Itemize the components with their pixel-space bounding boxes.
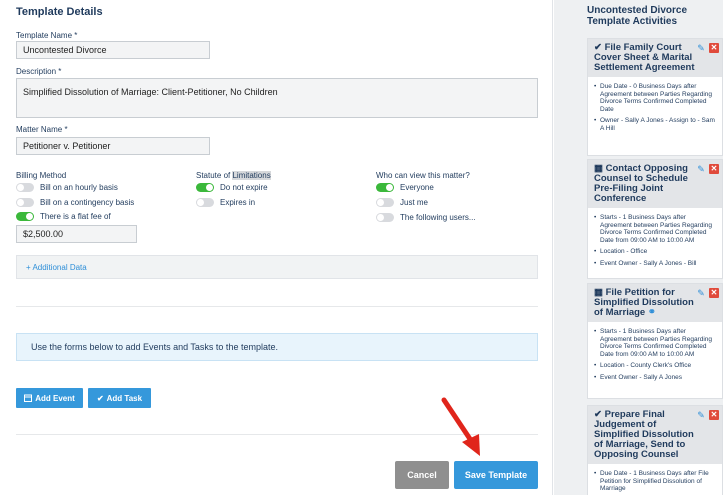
template-form-panel: Template Details Template Name * Unconte… xyxy=(0,0,553,495)
add-task-button[interactable]: ✔ Add Task xyxy=(88,388,151,408)
activities-panel: Uncontested Divorce Template Activities … xyxy=(554,0,723,495)
activity-title-text: File Family Court Cover Sheet & Marital … xyxy=(594,42,695,73)
visibility-everyone-option[interactable]: Everyone xyxy=(376,183,434,192)
activity-title-text: Contact Opposing Counsel to Schedule Pre… xyxy=(594,163,688,204)
activity-detail: Location - County Clerk's Office xyxy=(594,362,718,370)
activities-heading: Uncontested Divorce Template Activities xyxy=(587,5,688,27)
toggle-switch[interactable] xyxy=(376,213,394,222)
edit-icon[interactable]: ✎ xyxy=(696,164,706,174)
activity-title[interactable]: ✔ Prepare Final Judgement of Simplified … xyxy=(594,410,702,460)
visibility-following-users-label: The following users... xyxy=(400,213,476,222)
add-event-label: Add Event xyxy=(35,393,75,403)
billing-flat-fee-label: There is a flat fee of xyxy=(40,212,111,221)
billing-hourly-option[interactable]: Bill on an hourly basis xyxy=(16,183,118,192)
card-actions: ✎ ✕ xyxy=(696,43,719,53)
template-name-label: Template Name * xyxy=(16,31,78,40)
billing-method-heading: Billing Method xyxy=(16,171,67,180)
toggle-switch[interactable] xyxy=(196,198,214,207)
statute-expires-in-label: Expires in xyxy=(220,198,256,207)
activity-card-body: Starts - 1 Business Days after Agreement… xyxy=(588,322,722,389)
activity-title[interactable]: ✔ File Family Court Cover Sheet & Marita… xyxy=(594,43,702,73)
template-name-input[interactable]: Uncontested Divorce xyxy=(16,41,210,59)
activity-card-header: ✔ Prepare Final Judgement of Simplified … xyxy=(588,406,722,464)
card-actions: ✎ ✕ xyxy=(696,164,719,174)
activity-title[interactable]: ▦ Contact Opposing Counsel to Schedule P… xyxy=(594,164,702,204)
activity-detail: Owner - Sally A Jones - Assign to - Sam … xyxy=(594,117,718,132)
delete-icon[interactable]: ✕ xyxy=(709,410,719,420)
visibility-just-me-option[interactable]: Just me xyxy=(376,198,428,207)
activity-card-body: Starts - 1 Business Days after Agreement… xyxy=(588,208,722,275)
calendar-icon xyxy=(24,394,33,402)
matter-name-label: Matter Name * xyxy=(16,125,68,134)
statute-expires-in-option[interactable]: Expires in xyxy=(196,198,255,207)
activity-detail: Starts - 1 Business Days after Agreement… xyxy=(594,328,718,358)
toggle-switch[interactable] xyxy=(376,183,394,192)
toggle-switch[interactable] xyxy=(16,198,34,207)
statute-heading-prefix: Statute of xyxy=(196,171,233,180)
description-textarea[interactable]: Simplified Dissolution of Marriage: Clie… xyxy=(16,78,538,118)
delete-icon[interactable]: ✕ xyxy=(709,43,719,53)
activity-card: ▦ File Petition for Simplified Dissoluti… xyxy=(587,283,723,399)
template-details-heading: Template Details xyxy=(16,6,103,18)
activity-card-body: Due Date - 1 Business Days after File Pe… xyxy=(588,464,722,495)
check-icon: ✔ xyxy=(96,393,104,403)
activity-detail: Starts - 1 Business Days after Agreement… xyxy=(594,214,718,244)
toggle-switch[interactable] xyxy=(376,198,394,207)
billing-flat-fee-option[interactable]: There is a flat fee of xyxy=(16,212,111,221)
cancel-button[interactable]: Cancel xyxy=(395,461,449,489)
visibility-everyone-label: Everyone xyxy=(400,183,434,192)
edit-icon[interactable]: ✎ xyxy=(696,410,706,420)
red-arrow-annotation xyxy=(441,397,480,456)
activity-card: ✔ File Family Court Cover Sheet & Marita… xyxy=(587,38,723,156)
activity-card-header: ▦ Contact Opposing Counsel to Schedule P… xyxy=(588,160,722,208)
delete-icon[interactable]: ✕ xyxy=(709,288,719,298)
description-label: Description * xyxy=(16,67,62,76)
link-icon[interactable]: ⚭ xyxy=(648,307,656,318)
activity-card: ▦ Contact Opposing Counsel to Schedule P… xyxy=(587,159,723,279)
activity-card-header: ✔ File Family Court Cover Sheet & Marita… xyxy=(588,39,722,77)
add-event-button[interactable]: Add Event xyxy=(16,388,83,408)
edit-icon[interactable]: ✎ xyxy=(696,43,706,53)
statute-do-not-expire-label: Do not expire xyxy=(220,183,268,192)
activity-title-text: File Petition for Simplified Dissolution… xyxy=(594,287,694,318)
delete-icon[interactable]: ✕ xyxy=(709,164,719,174)
divider xyxy=(16,306,538,307)
flat-fee-input[interactable]: $2,500.00 xyxy=(16,225,137,243)
statute-heading: Statute of Limitations xyxy=(196,171,271,180)
statute-heading-highlight: Limitations xyxy=(232,171,271,180)
edit-icon[interactable]: ✎ xyxy=(696,288,706,298)
activity-card-header: ▦ File Petition for Simplified Dissoluti… xyxy=(588,284,722,322)
visibility-following-users-option[interactable]: The following users... xyxy=(376,213,476,222)
activity-title-text: Prepare Final Judgement of Simplified Di… xyxy=(594,409,694,460)
statute-do-not-expire-option[interactable]: Do not expire xyxy=(196,183,268,192)
activity-detail: Due Date - 1 Business Days after File Pe… xyxy=(594,470,718,493)
add-task-label: Add Task xyxy=(106,393,143,403)
activity-detail: Due Date - 0 Business Days after Agreeme… xyxy=(594,83,718,113)
billing-contingency-label: Bill on a contingency basis xyxy=(40,198,135,207)
info-banner: Use the forms below to add Events and Ta… xyxy=(16,333,538,361)
toggle-switch[interactable] xyxy=(16,212,34,221)
visibility-heading: Who can view this matter? xyxy=(376,171,470,180)
card-actions: ✎ ✕ xyxy=(696,288,719,298)
billing-hourly-label: Bill on an hourly basis xyxy=(40,183,118,192)
toggle-switch[interactable] xyxy=(16,183,34,192)
card-actions: ✎ ✕ xyxy=(696,410,719,420)
billing-contingency-option[interactable]: Bill on a contingency basis xyxy=(16,198,134,207)
activity-detail: Event Owner - Sally A Jones xyxy=(594,374,718,382)
activity-title[interactable]: ▦ File Petition for Simplified Dissoluti… xyxy=(594,288,702,318)
additional-data-link[interactable]: + Additional Data xyxy=(16,255,538,279)
visibility-just-me-label: Just me xyxy=(400,198,429,207)
activity-card-body: Due Date - 0 Business Days after Agreeme… xyxy=(588,77,722,140)
matter-name-input[interactable]: Petitioner v. Petitioner xyxy=(16,137,210,155)
activity-detail: Event Owner - Sally A Jones - Bill xyxy=(594,260,718,268)
activity-detail: Location - Office xyxy=(594,248,718,256)
toggle-switch[interactable] xyxy=(196,183,214,192)
save-template-button[interactable]: Save Template xyxy=(454,461,538,489)
activity-card: ✔ Prepare Final Judgement of Simplified … xyxy=(587,405,723,495)
